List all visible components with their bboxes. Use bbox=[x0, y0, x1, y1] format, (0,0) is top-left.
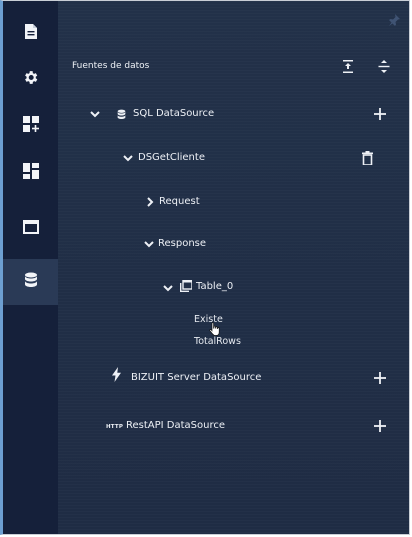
rail-add-widget-button[interactable] bbox=[3, 103, 58, 149]
add-datasource-button[interactable] bbox=[374, 372, 386, 384]
database-icon bbox=[24, 272, 38, 292]
chevron-down-icon[interactable] bbox=[123, 155, 133, 162]
database-icon bbox=[117, 109, 126, 120]
panel-title: Fuentes de datos bbox=[72, 61, 150, 71]
window-icon bbox=[22, 219, 39, 238]
collapse-all-icon[interactable] bbox=[342, 60, 354, 73]
gear-icon bbox=[22, 69, 39, 90]
trash-icon bbox=[362, 150, 373, 169]
rail-datasource-button[interactable] bbox=[3, 259, 58, 305]
tree-label-sql-datasource: SQL DataSource bbox=[133, 108, 215, 119]
pin-icon[interactable] bbox=[388, 14, 400, 26]
dashboard-icon bbox=[22, 163, 39, 183]
chevron-down-icon[interactable] bbox=[144, 241, 154, 248]
datasource-window: Fuentes de datos SQL DataSource DSGetCli bbox=[0, 0, 410, 535]
rail-settings-button[interactable] bbox=[3, 56, 58, 102]
hand-cursor-icon bbox=[209, 322, 221, 336]
table-icon bbox=[180, 280, 192, 292]
add-datasource-button[interactable] bbox=[374, 108, 386, 120]
add-widget-icon bbox=[22, 116, 39, 136]
tree-label-response: Response bbox=[158, 238, 207, 249]
tree-label-dsgetcliente: DSGetCliente bbox=[138, 152, 205, 163]
chevron-right-icon[interactable] bbox=[147, 197, 154, 207]
tree-label-bizuit-datasource: BIZUIT Server DataSource bbox=[131, 372, 262, 383]
rail-window-button[interactable] bbox=[3, 205, 58, 251]
rail-document-button[interactable] bbox=[3, 10, 58, 56]
delete-button[interactable] bbox=[362, 150, 373, 169]
tree-label-table: Table_0 bbox=[196, 281, 234, 292]
tree-label-request: Request bbox=[159, 196, 200, 207]
chevron-down-icon[interactable] bbox=[90, 111, 100, 118]
field-totalrows[interactable]: TotalRows bbox=[194, 336, 241, 347]
tree-label-restapi-datasource: RestAPI DataSource bbox=[126, 420, 226, 431]
lightning-icon bbox=[112, 367, 121, 382]
datasource-panel: Fuentes de datos SQL DataSource DSGetCli bbox=[58, 1, 409, 534]
add-datasource-button[interactable] bbox=[374, 420, 386, 432]
expand-all-icon[interactable] bbox=[378, 60, 390, 73]
left-rail bbox=[3, 1, 58, 534]
http-badge-icon: HTTP bbox=[106, 424, 124, 430]
chevron-down-icon[interactable] bbox=[163, 285, 173, 292]
document-icon bbox=[24, 23, 38, 44]
rail-dashboard-button[interactable] bbox=[3, 150, 58, 196]
